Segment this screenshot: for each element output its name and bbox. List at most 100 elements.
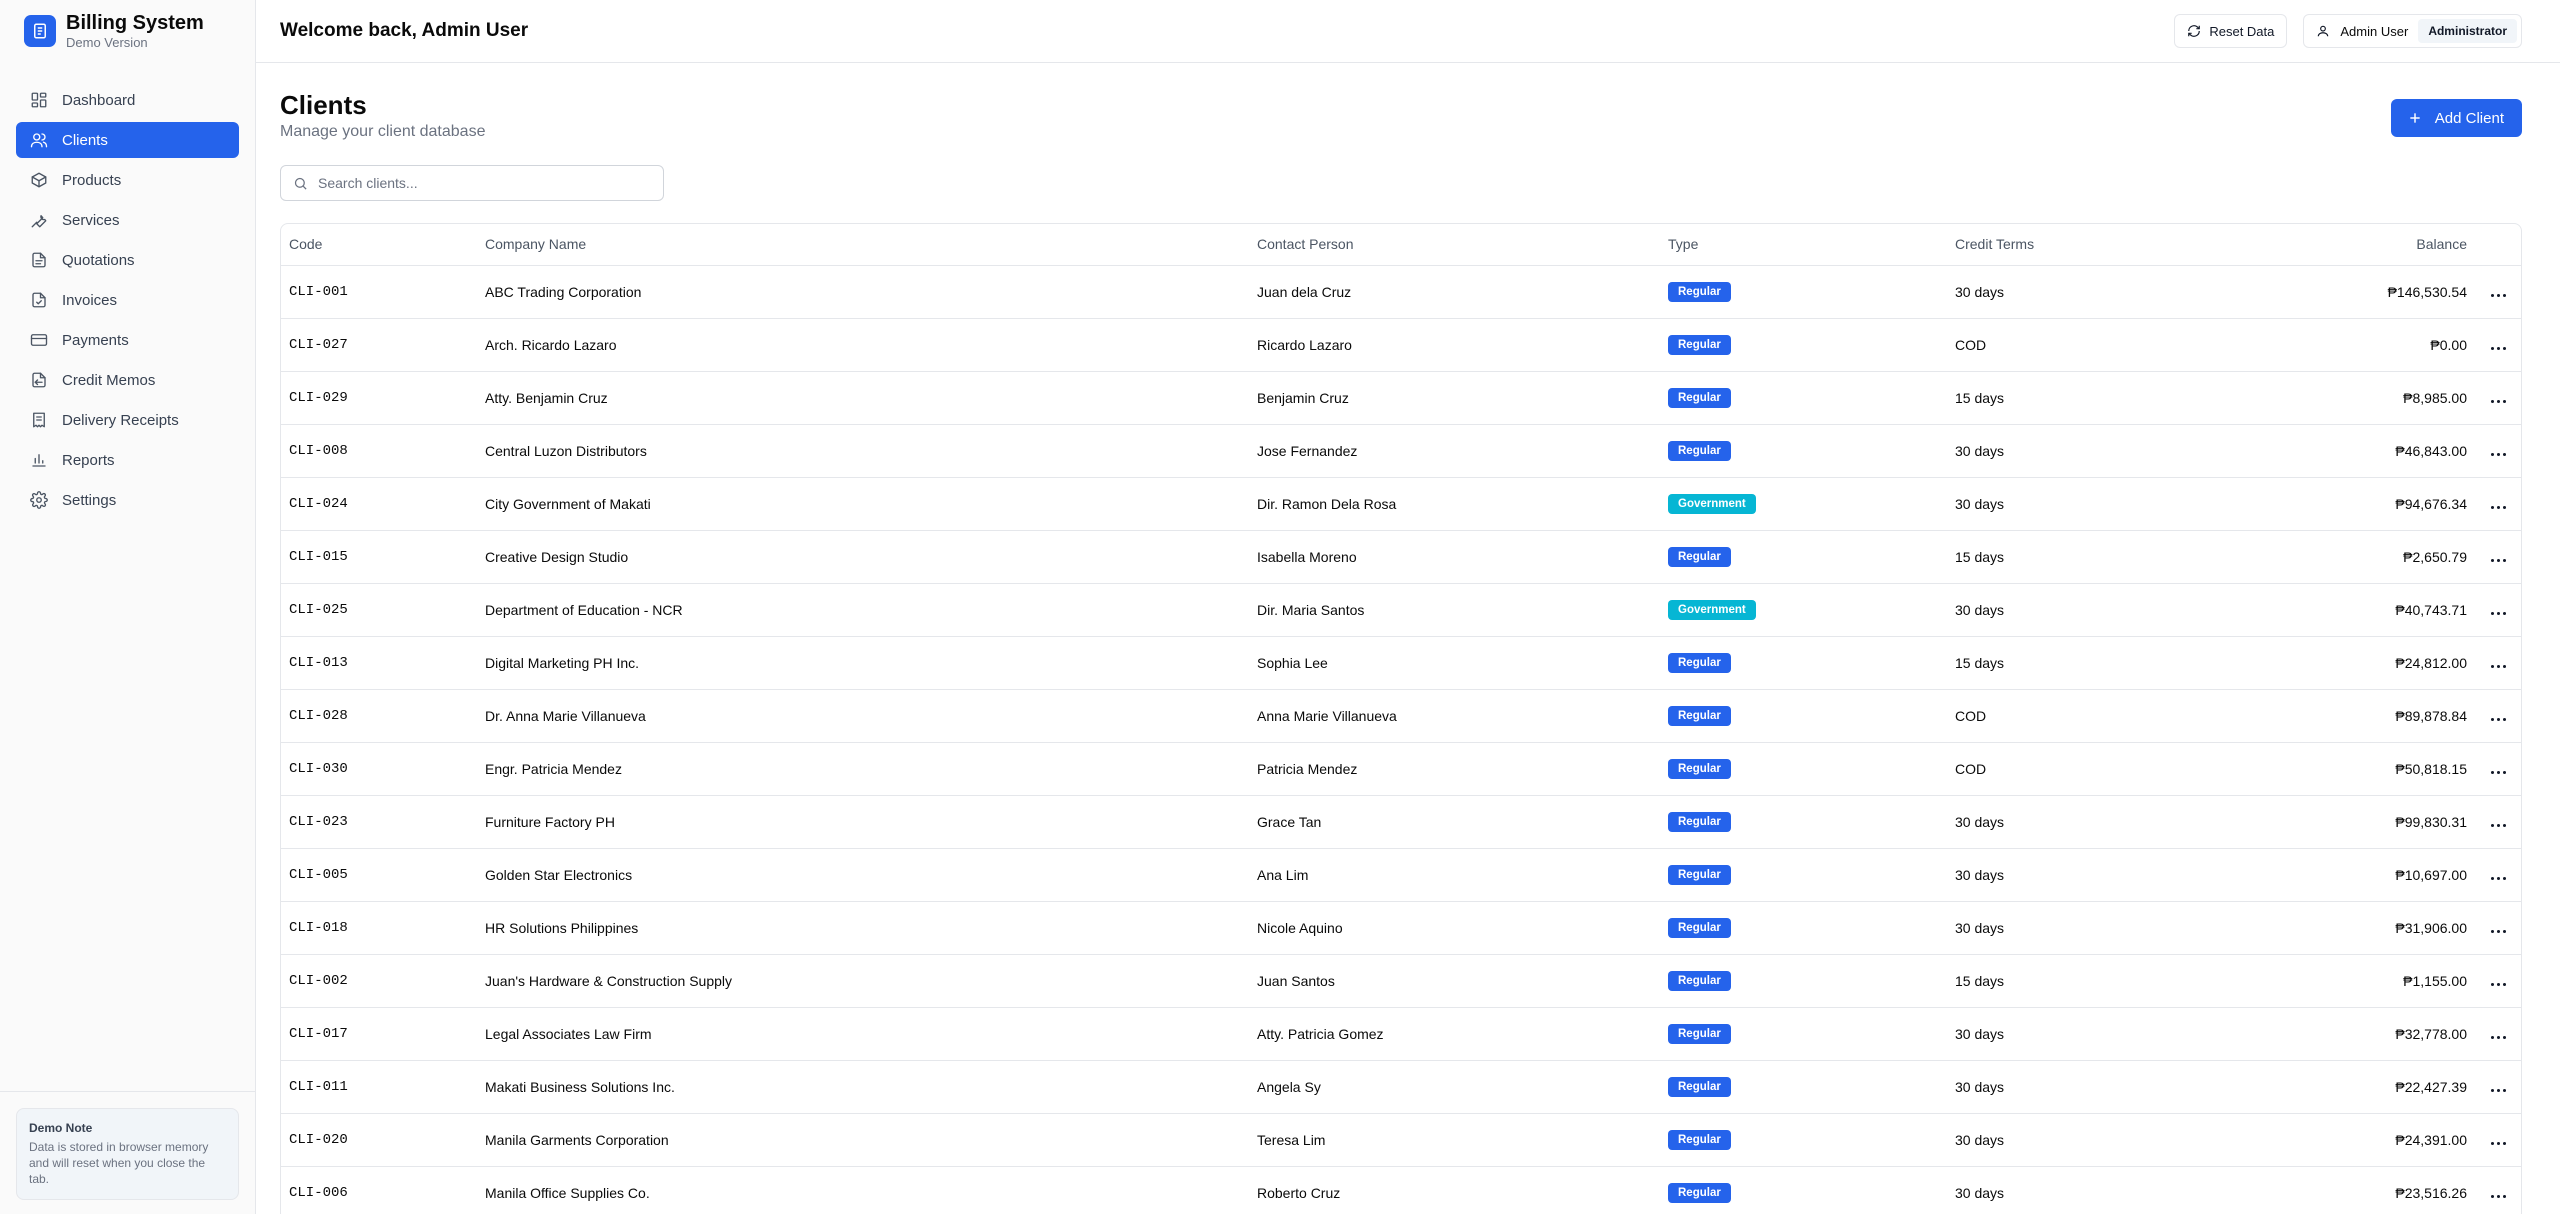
gear-icon: [30, 491, 48, 509]
column-header-code[interactable]: Code: [281, 224, 477, 266]
table-row[interactable]: CLI-023 Furniture Factory PH Grace Tan Regu…: [281, 795, 2521, 849]
column-header-contact[interactable]: Contact Person: [1249, 224, 1660, 266]
client-code: CLI-030: [281, 742, 477, 796]
more-actions-icon[interactable]: [2490, 505, 2506, 509]
table-row[interactable]: CLI-025 Department of Education - NCR Dir.…: [281, 583, 2521, 637]
balance: ₱8,985.00: [2137, 371, 2475, 425]
table-row[interactable]: CLI-030 Engr. Patricia Mendez Patricia Men…: [281, 742, 2521, 796]
table-row[interactable]: CLI-011 Makati Business Solutions Inc. Ang…: [281, 1060, 2521, 1114]
company-name: Legal Associates Law Firm: [477, 1007, 1249, 1061]
table-row[interactable]: CLI-005 Golden Star Electronics Ana Lim Reg…: [281, 848, 2521, 902]
demo-note: Demo Note Data is stored in browser memo…: [16, 1108, 239, 1200]
column-header-company[interactable]: Company Name: [477, 224, 1249, 266]
type-badge: Regular: [1668, 1076, 1731, 1097]
client-code: CLI-023: [281, 795, 477, 849]
more-actions-icon[interactable]: [2490, 558, 2506, 562]
more-actions-icon[interactable]: [2490, 717, 2506, 721]
client-code: CLI-020: [281, 1113, 477, 1167]
credit-terms: COD: [1947, 742, 2137, 796]
column-header-balance[interactable]: Balance: [2137, 224, 2475, 266]
contact-person: Sophia Lee: [1249, 636, 1660, 690]
actions-cell: [2475, 583, 2521, 637]
company-name: Golden Star Electronics: [477, 848, 1249, 902]
table-row[interactable]: CLI-029 Atty. Benjamin Cruz Benjamin Cruz R…: [281, 371, 2521, 425]
balance: ₱46,843.00: [2137, 424, 2475, 478]
sidebar-item-quotations[interactable]: Quotations: [16, 242, 239, 278]
sidebar-item-clients[interactable]: Clients: [16, 122, 239, 158]
credit-terms: 30 days: [1947, 901, 2137, 955]
table-row[interactable]: CLI-001 ABC Trading Corporation Juan dela …: [281, 265, 2521, 319]
more-actions-icon[interactable]: [2490, 876, 2506, 880]
balance: ₱24,391.00: [2137, 1113, 2475, 1167]
sidebar-item-credit-memos[interactable]: Credit Memos: [16, 362, 239, 398]
actions-cell: [2475, 318, 2521, 372]
sidebar-item-products[interactable]: Products: [16, 162, 239, 198]
credit-terms: 30 days: [1947, 583, 2137, 637]
credit-terms: 15 days: [1947, 530, 2137, 584]
balance: ₱31,906.00: [2137, 901, 2475, 955]
column-header-type[interactable]: Type: [1660, 224, 1947, 266]
sidebar-item-label: Dashboard: [62, 91, 136, 109]
user-menu[interactable]: Admin User Administrator: [2303, 14, 2522, 48]
balance: ₱99,830.31: [2137, 795, 2475, 849]
more-actions-icon[interactable]: [2490, 1141, 2506, 1145]
more-actions-icon[interactable]: [2490, 611, 2506, 615]
type-cell: Regular: [1660, 265, 1947, 319]
client-code: CLI-028: [281, 689, 477, 743]
table-row[interactable]: CLI-027 Arch. Ricardo Lazaro Ricardo Lazar…: [281, 318, 2521, 372]
table-row[interactable]: CLI-020 Manila Garments Corporation Teresa…: [281, 1113, 2521, 1167]
type-cell: Regular: [1660, 742, 1947, 796]
table-row[interactable]: CLI-024 City Government of Makati Dir. Ram…: [281, 477, 2521, 531]
more-actions-icon[interactable]: [2490, 346, 2506, 350]
sidebar-item-delivery-receipts[interactable]: Delivery Receipts: [16, 402, 239, 438]
more-actions-icon[interactable]: [2490, 823, 2506, 827]
actions-cell: [2475, 636, 2521, 690]
reset-data-button[interactable]: Reset Data: [2174, 14, 2288, 48]
client-code: CLI-008: [281, 424, 477, 478]
column-header-terms[interactable]: Credit Terms: [1947, 224, 2137, 266]
more-actions-icon[interactable]: [2490, 1194, 2506, 1198]
table-row[interactable]: CLI-008 Central Luzon Distributors Jose Fe…: [281, 424, 2521, 478]
more-actions-icon[interactable]: [2490, 399, 2506, 403]
sidebar-item-label: Credit Memos: [62, 371, 156, 389]
table-row[interactable]: CLI-028 Dr. Anna Marie Villanueva Anna Mar…: [281, 689, 2521, 743]
add-client-button[interactable]: Add Client: [2390, 99, 2522, 137]
table-row[interactable]: CLI-006 Manila Office Supplies Co. Roberto…: [281, 1166, 2521, 1214]
search-input[interactable]: [318, 175, 651, 191]
contact-person: Roberto Cruz: [1249, 1166, 1660, 1214]
client-code: CLI-001: [281, 265, 477, 319]
company-name: Creative Design Studio: [477, 530, 1249, 584]
type-cell: Regular: [1660, 424, 1947, 478]
table-row[interactable]: CLI-017 Legal Associates Law Firm Atty. Pa…: [281, 1007, 2521, 1061]
type-badge: Regular: [1668, 1129, 1731, 1150]
type-cell: Regular: [1660, 636, 1947, 690]
sidebar-item-dashboard[interactable]: Dashboard: [16, 82, 239, 118]
table-row[interactable]: CLI-015 Creative Design Studio Isabella Mo…: [281, 530, 2521, 584]
client-code: CLI-005: [281, 848, 477, 902]
balance: ₱22,427.39: [2137, 1060, 2475, 1114]
more-actions-icon[interactable]: [2490, 293, 2506, 297]
sidebar-item-invoices[interactable]: Invoices: [16, 282, 239, 318]
client-code: CLI-013: [281, 636, 477, 690]
more-actions-icon[interactable]: [2490, 1088, 2506, 1092]
file-arrow-icon: [32, 372, 46, 388]
sidebar-item-reports[interactable]: Reports: [16, 442, 239, 478]
more-actions-icon[interactable]: [2490, 770, 2506, 774]
sidebar-item-payments[interactable]: Payments: [16, 322, 239, 358]
more-actions-icon[interactable]: [2490, 1035, 2506, 1039]
more-actions-icon[interactable]: [2490, 664, 2506, 668]
more-actions-icon[interactable]: [2490, 452, 2506, 456]
more-actions-icon[interactable]: [2490, 982, 2506, 986]
table-row[interactable]: CLI-018 HR Solutions Philippines Nicole Aq…: [281, 901, 2521, 955]
client-code: CLI-017: [281, 1007, 477, 1061]
billing-logo-icon: [24, 15, 56, 47]
client-code: CLI-024: [281, 477, 477, 531]
client-code: CLI-006: [281, 1166, 477, 1214]
sidebar-item-settings[interactable]: Settings: [16, 482, 239, 518]
more-actions-icon[interactable]: [2490, 929, 2506, 933]
contact-person: Grace Tan: [1249, 795, 1660, 849]
table-row[interactable]: CLI-002 Juan's Hardware & Construction Su…: [281, 954, 2521, 1008]
sidebar-item-label: Reports: [62, 451, 115, 469]
sidebar-item-services[interactable]: Services: [16, 202, 239, 238]
table-row[interactable]: CLI-013 Digital Marketing PH Inc. Sophia L…: [281, 636, 2521, 690]
